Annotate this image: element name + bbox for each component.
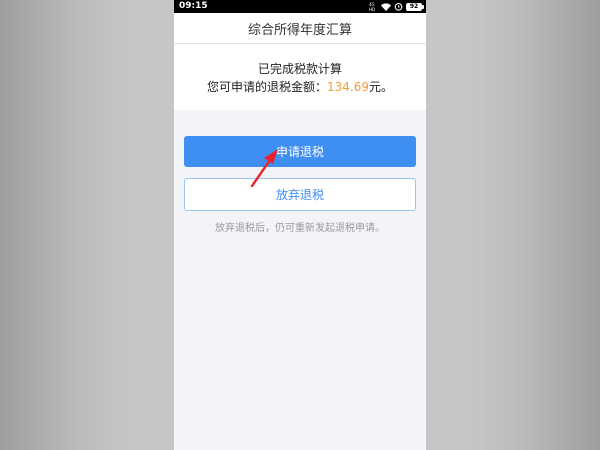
svg-text:HD: HD bbox=[369, 7, 375, 11]
wifi-icon bbox=[381, 2, 391, 11]
battery-icon: 92 bbox=[406, 2, 424, 11]
battery-level: 92 bbox=[409, 3, 419, 10]
apply-refund-button[interactable]: 申请退税 bbox=[184, 136, 416, 167]
refund-prefix: 您可申请的退税金额： bbox=[206, 80, 327, 94]
refund-amount: 134.69 bbox=[327, 80, 369, 94]
hint-text: 放弃退税后，仍可重新发起退税申请。 bbox=[215, 223, 385, 234]
completed-text: 已完成税款计算 bbox=[257, 62, 342, 76]
title-bar: 综合所得年度汇算 bbox=[174, 13, 426, 44]
phone-screen: 09:15 4G HD 92 综合所得年度汇算 已完成税款计算 您可申请的退税金额… bbox=[174, 0, 426, 450]
page-title: 综合所得年度汇算 bbox=[247, 22, 352, 38]
alarm-icon bbox=[394, 2, 403, 11]
result-panel: 已完成税款计算 您可申请的退税金额：134.69元。 bbox=[174, 44, 426, 110]
status-icons: 4G HD 92 bbox=[369, 0, 424, 13]
refund-line: 您可申请的退税金额：134.69元。 bbox=[174, 78, 426, 95]
status-bar: 09:15 4G HD 92 bbox=[174, 0, 426, 13]
giveup-refund-button[interactable]: 放弃退税 bbox=[184, 178, 416, 211]
refund-suffix: 元。 bbox=[369, 80, 394, 94]
network-icon: 4G HD bbox=[369, 2, 378, 11]
status-time: 09:15 bbox=[179, 1, 208, 11]
